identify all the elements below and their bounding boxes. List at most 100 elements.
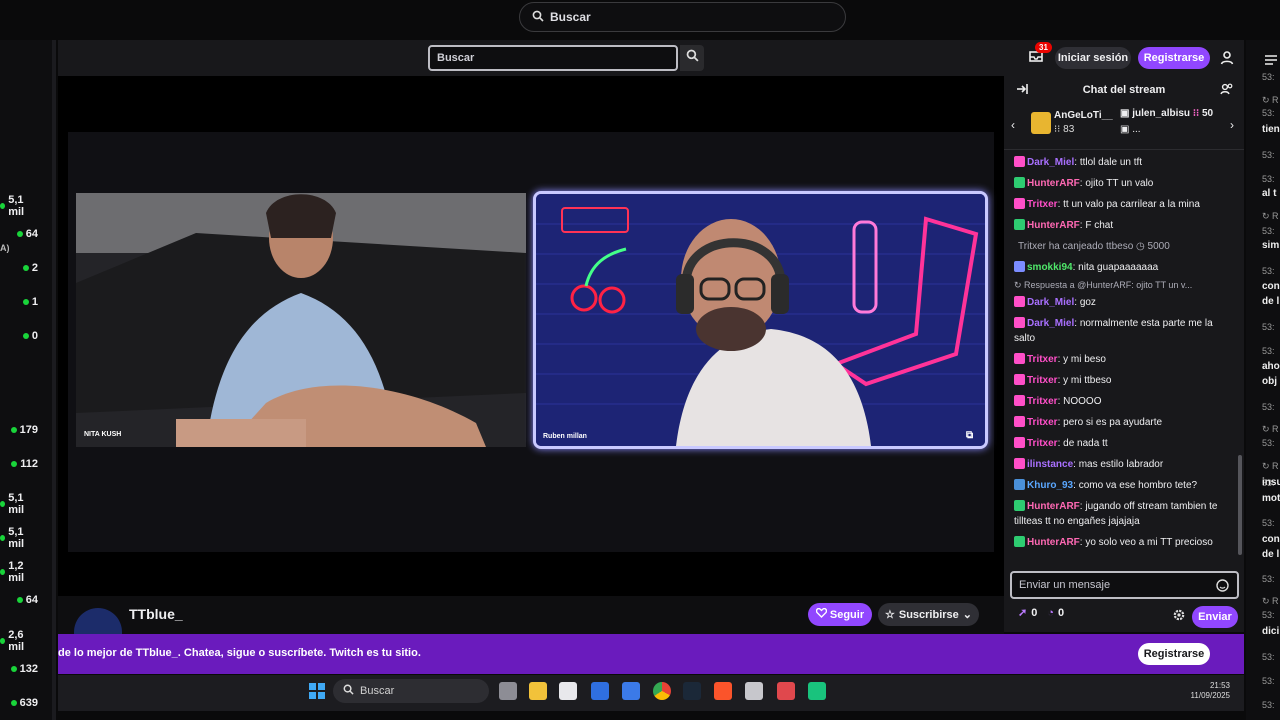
rail-viewer-count[interactable]: 1,2 mil	[0, 560, 50, 584]
heart-icon	[815, 607, 828, 621]
rail-divider	[52, 40, 56, 720]
rail-viewer-count[interactable]: 0	[0, 330, 50, 342]
chat-settings-icon[interactable]	[1172, 608, 1186, 627]
chat-username[interactable]: Dark_Miel	[1027, 157, 1074, 168]
chat-username[interactable]: Dark_Miel	[1027, 297, 1074, 308]
viewer-count: 1	[31, 296, 38, 308]
gifter2-name-text: julen_albisu	[1132, 108, 1191, 119]
app-icon[interactable]	[591, 682, 609, 700]
task-view-icon[interactable]	[499, 682, 517, 700]
rail-viewer-count[interactable]: 64	[0, 228, 50, 240]
top-search-bar[interactable]: Buscar	[519, 2, 846, 32]
chat-username[interactable]: smokki94	[1027, 262, 1073, 273]
chat-message: Tritxer: y mi beso	[1014, 349, 1236, 370]
chat-username[interactable]: Tritxer	[1027, 396, 1058, 407]
gifter3[interactable]: ▣ ...	[1120, 124, 1141, 135]
follow-label: Seguir	[829, 608, 865, 621]
chat-username[interactable]: Tritxer	[1027, 417, 1058, 428]
badge-icon	[1014, 353, 1025, 364]
chrome-icon[interactable]	[653, 682, 671, 700]
points-icon[interactable]: ◔	[1047, 607, 1054, 619]
os-taskbar	[58, 675, 1244, 711]
clock-date: 11/09/2025	[1190, 691, 1230, 700]
chat-text: tt un valo pa carrilear a la mina	[1063, 199, 1200, 210]
follow-button[interactable]: Seguir	[808, 603, 872, 626]
chat-scrollbar[interactable]	[1238, 150, 1243, 568]
store-icon[interactable]	[559, 682, 577, 700]
chat-username[interactable]: Dark_Miel	[1027, 318, 1074, 329]
chat-username[interactable]: HunterARF	[1027, 501, 1080, 512]
banner-register-button[interactable]: Registrarse	[1138, 643, 1210, 665]
reply-context[interactable]: ↻ Respuesta a @HunterARF: ojito TT un v.…	[1014, 278, 1236, 292]
chat-message: Tritxer: de nada tt	[1014, 433, 1236, 454]
side-panel-text: insu	[1262, 477, 1280, 488]
steam-icon[interactable]	[683, 682, 701, 700]
live-dot-icon	[22, 333, 29, 339]
rail-viewer-count[interactable]: 639	[0, 697, 50, 709]
chevron-left-icon[interactable]: ‹	[1011, 118, 1015, 132]
rail-viewer-count[interactable]: 179	[0, 424, 50, 436]
brave-icon[interactable]	[714, 682, 732, 700]
rail-viewer-count[interactable]: 2,6 mil	[0, 629, 50, 653]
rail-viewer-count[interactable]: 5,1 mil	[0, 194, 50, 218]
search-icon	[532, 10, 550, 25]
chat-text: y mi beso	[1063, 354, 1106, 365]
taskbar-search[interactable]: Buscar	[333, 679, 489, 703]
snipping-tool-icon[interactable]	[745, 682, 763, 700]
user-menu-icon[interactable]	[1218, 49, 1236, 67]
viewer-count: 639	[19, 697, 38, 709]
viewer-count: 64	[25, 228, 38, 240]
side-panel-text: de l	[1262, 549, 1280, 560]
app-icon[interactable]	[808, 682, 826, 700]
badge-icon	[1014, 374, 1025, 385]
rail-viewer-count[interactable]: 2	[0, 262, 50, 274]
chat-username[interactable]: ilinstance	[1027, 459, 1073, 470]
clock-time: 21:53	[1209, 681, 1230, 690]
teams-icon[interactable]	[622, 682, 640, 700]
search-icon	[343, 684, 354, 698]
redemption-cost: 5000	[1147, 241, 1170, 252]
rail-viewer-count[interactable]: 1	[0, 296, 50, 308]
chat-username[interactable]: HunterARF	[1027, 178, 1080, 189]
chat-username[interactable]: Khuro_93	[1027, 480, 1073, 491]
file-explorer-icon[interactable]	[529, 682, 547, 700]
rail-viewer-count[interactable]: 64	[0, 594, 50, 606]
login-button[interactable]: Iniciar sesión	[1055, 47, 1131, 69]
rail-viewer-count[interactable]: 5,1 mil	[0, 492, 50, 516]
send-button[interactable]: Enviar	[1192, 606, 1238, 628]
side-panel-text: con	[1262, 534, 1280, 545]
subscribe-button[interactable]: ☆ Suscribirse ⌄	[878, 603, 979, 626]
side-panel-text: 53:	[1262, 610, 1275, 620]
chat-username[interactable]: Tritxer	[1027, 375, 1058, 386]
app-icon[interactable]	[777, 682, 795, 700]
side-panel-text: ↻ R	[1262, 596, 1279, 606]
chat-username[interactable]: HunterARF	[1027, 537, 1080, 548]
side-panel-text: con	[1262, 281, 1280, 292]
live-dot-icon	[0, 535, 6, 541]
viewer-count: 2	[31, 262, 38, 274]
rail-viewer-count[interactable]: 112	[0, 458, 50, 470]
taskbar-clock[interactable]: 21:53 11/09/2025	[1180, 681, 1230, 701]
chevron-right-icon[interactable]: ›	[1230, 118, 1234, 132]
chat-username[interactable]: Tritxer	[1027, 438, 1058, 449]
windows-start-icon[interactable]	[308, 682, 326, 705]
channel-name[interactable]: TTblue_	[129, 606, 183, 622]
side-panel-text: 53:	[1262, 402, 1275, 412]
chat-message: HunterARF: ojito TT un valo	[1014, 173, 1236, 194]
rail-viewer-count[interactable]: 132	[0, 663, 50, 675]
gifter2-name[interactable]: ▣ julen_albisu ⁝⁝ 50	[1120, 108, 1213, 119]
chat-username[interactable]: Tritxer	[1027, 199, 1058, 210]
gifter1-name[interactable]: AnGeLoTi__	[1054, 110, 1113, 121]
emote-picker-icon[interactable]	[1216, 579, 1229, 595]
menu-icon[interactable]	[1265, 52, 1277, 70]
header-search-button[interactable]	[680, 45, 704, 71]
users-icon[interactable]	[1220, 82, 1234, 101]
chat-username[interactable]: HunterARF	[1027, 220, 1080, 231]
chat-input[interactable]: Enviar un mensaje	[1010, 571, 1239, 599]
register-button[interactable]: Registrarse	[1138, 47, 1210, 69]
chat-message: smokki94: nita guapaaaaaaa	[1014, 257, 1236, 278]
rail-viewer-count[interactable]: 5,1 mil	[0, 526, 50, 550]
chevron-down-icon: ⌄	[962, 609, 972, 621]
header-search-input[interactable]: Buscar	[428, 45, 678, 71]
chat-username[interactable]: Tritxer	[1027, 354, 1058, 365]
